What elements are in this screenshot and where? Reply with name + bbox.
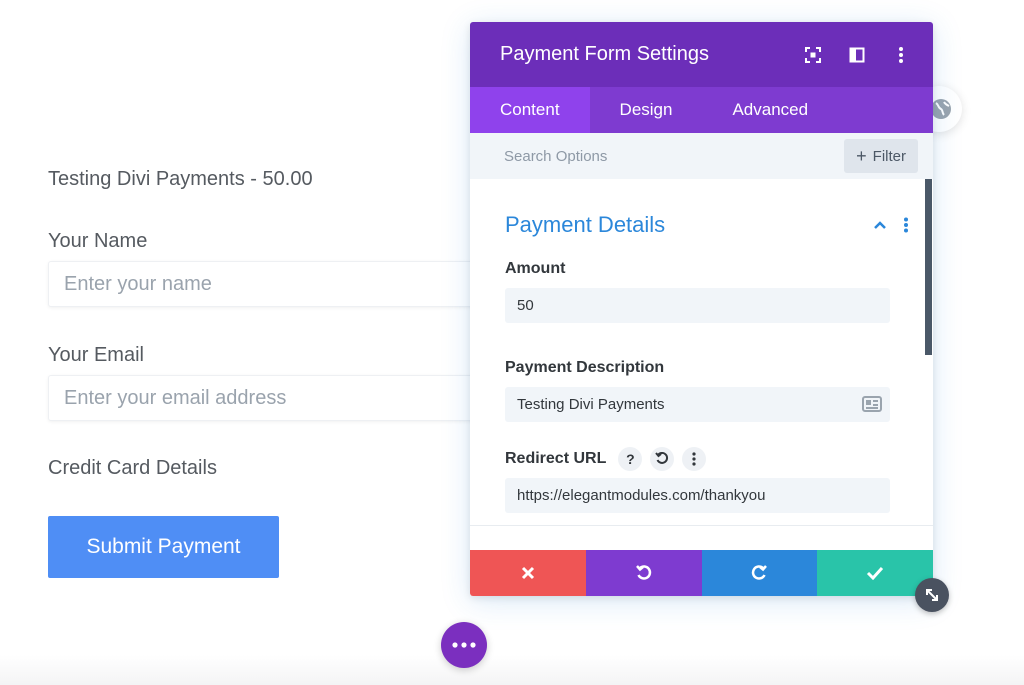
tab-bar: Content Design Advanced xyxy=(470,87,933,133)
submit-payment-button[interactable]: Submit Payment xyxy=(48,516,279,578)
payment-form-settings-modal: Payment Form Settings Content Design Adv… xyxy=(470,22,933,596)
option-kebab-icon[interactable] xyxy=(682,447,707,471)
sidebar-layout-icon[interactable] xyxy=(835,22,879,87)
options-search-bar: + Filter xyxy=(470,133,933,179)
resize-arrows-icon xyxy=(926,589,938,601)
chevron-up-icon[interactable] xyxy=(867,212,893,238)
plus-icon: + xyxy=(856,146,867,166)
close-icon xyxy=(521,566,534,580)
more-options-button[interactable] xyxy=(441,622,487,668)
page-heading: Testing Divi Payments - 50.00 xyxy=(48,168,313,190)
dynamic-content-icon[interactable] xyxy=(862,395,882,413)
section-kebab-icon[interactable] xyxy=(893,212,919,238)
amount-input[interactable] xyxy=(505,288,890,323)
section-divider xyxy=(470,525,933,526)
undo-icon xyxy=(635,565,651,580)
credit-card-label: Credit Card Details xyxy=(48,457,217,479)
amount-label: Amount xyxy=(505,260,566,277)
resize-handle[interactable] xyxy=(915,578,949,612)
payment-description-label: Payment Description xyxy=(505,359,665,376)
tab-design[interactable]: Design xyxy=(590,87,703,133)
help-icon[interactable]: ? xyxy=(618,447,643,471)
modal-header: Payment Form Settings xyxy=(470,22,933,87)
filter-label: Filter xyxy=(872,147,906,165)
kebab-menu-icon[interactable] xyxy=(879,22,923,87)
expand-icon[interactable] xyxy=(791,22,835,87)
scrollbar-thumb[interactable] xyxy=(925,179,932,355)
payment-details-section-header[interactable]: Payment Details xyxy=(470,179,933,249)
filter-button[interactable]: + Filter xyxy=(844,139,918,173)
undo-button[interactable] xyxy=(585,550,702,596)
email-input[interactable] xyxy=(48,375,488,421)
options-scroll-area[interactable]: Payment Details Amount Payment Descripti… xyxy=(470,179,933,550)
globe-icon xyxy=(931,99,951,119)
ellipsis-icon xyxy=(452,642,476,648)
redo-icon xyxy=(752,565,768,580)
modal-title: Payment Form Settings xyxy=(500,43,709,65)
checkmark-icon xyxy=(867,566,884,580)
redirect-url-label: Redirect URL ? xyxy=(470,447,933,471)
tab-advanced[interactable]: Advanced xyxy=(702,87,838,133)
cancel-button[interactable] xyxy=(470,550,586,596)
name-label: Your Name xyxy=(48,230,148,252)
reset-icon[interactable] xyxy=(650,447,675,471)
redo-button[interactable] xyxy=(701,550,818,596)
modal-footer xyxy=(470,550,933,596)
name-input[interactable] xyxy=(48,261,488,307)
page-bottom-edge xyxy=(0,655,1024,685)
redirect-url-input[interactable] xyxy=(505,478,890,513)
email-label: Your Email xyxy=(48,344,144,366)
tab-content[interactable]: Content xyxy=(470,87,590,133)
search-options-input[interactable] xyxy=(504,141,845,171)
section-title: Payment Details xyxy=(505,212,666,237)
payment-description-input[interactable] xyxy=(505,387,890,422)
